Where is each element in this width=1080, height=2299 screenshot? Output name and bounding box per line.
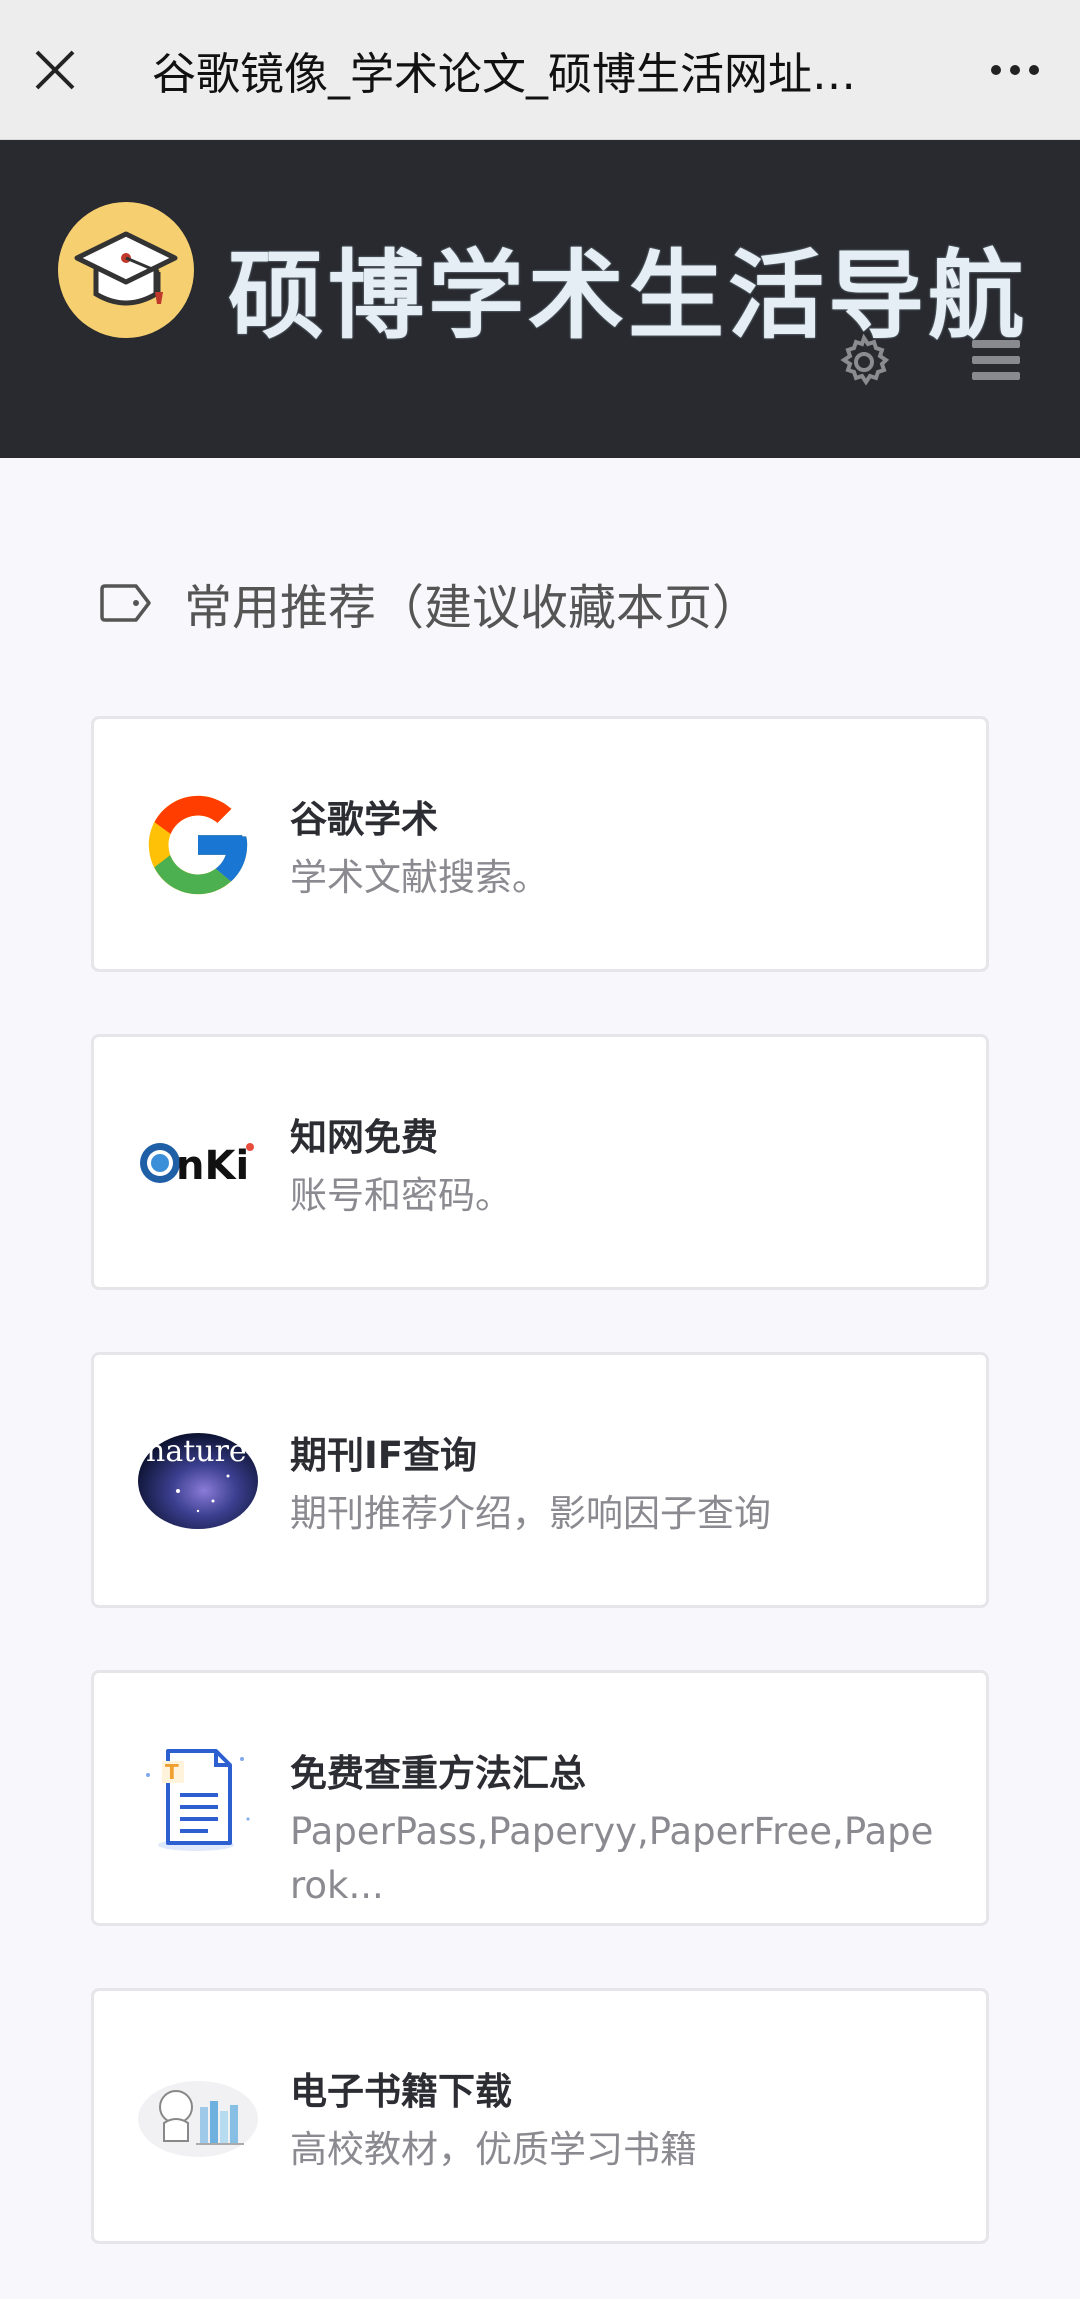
graduation-cap-logo[interactable] [58,202,194,338]
hamburger-icon [972,340,1020,348]
svg-text:nKi: nKi [176,1143,249,1189]
nature-icon: nature [138,1433,258,1529]
svg-text:T: T [165,1760,179,1784]
card-description: 期刊推荐介绍，影响因子查询 [290,1492,771,1535]
site-header: 硕博学术生活导航 [0,140,1080,458]
settings-button[interactable] [836,333,892,390]
section-heading: 常用推荐（建议收藏本页） [98,568,760,638]
more-icon [991,64,1001,75]
card-title: 电子书籍下载 [290,2070,512,2113]
menu-button[interactable] [972,340,1020,384]
card-title: 知网免费 [290,1116,438,1159]
close-button[interactable] [0,0,110,140]
nature-logo: nature [138,1421,258,1541]
books-icon [138,2081,258,2157]
document-icon: T [146,1749,250,1851]
card-ebook-download[interactable]: 电子书籍下载 高校教材，优质学习书籍 [91,1988,989,2244]
site-brand[interactable]: 硕博学术生活导航 [228,218,1028,357]
page-title: 谷歌镜像_学术论文_硕博生活网址… [152,48,856,100]
card-description: 高校教材，优质学习书籍 [290,2128,697,2171]
card-journal-if[interactable]: nature 期刊IF查询 期刊推荐介绍，影响因子查询 [91,1352,989,1608]
card-description: PaperPass,Paperyy,PaperFree,Paperok... [290,1810,934,1907]
tag-icon [100,584,151,622]
books-logo [138,2057,258,2177]
browser-top-bar: 谷歌镜像_学术论文_硕博生活网址… [0,0,1080,140]
card-plagiarism-check[interactable]: T 免费查重方法汇总 PaperPass,Paperyy,PaperFree,P… [91,1670,989,1926]
document-logo: T [138,1739,258,1859]
google-logo [138,785,258,905]
graduation-cap-icon [74,231,178,306]
card-cnki[interactable]: nKi 知网免费 账号和密码。 [91,1034,989,1290]
card-google-scholar[interactable]: 谷歌学术 学术文献搜索。 [91,716,989,972]
card-title: 期刊IF查询 [290,1434,478,1477]
card-title: 免费查重方法汇总 [290,1752,586,1795]
svg-text:nature: nature [146,1434,247,1469]
cnki-logo: nKi [138,1103,258,1223]
section-title: 常用推荐（建议收藏本页） [184,580,761,636]
google-icon [148,795,248,895]
card-description: 账号和密码。 [290,1174,512,1217]
more-options-button[interactable] [950,0,1080,140]
card-title: 谷歌学术 [290,798,438,841]
cnki-icon: nKi [140,1143,254,1189]
card-description: 学术文献搜索。 [290,856,549,899]
gear-icon [840,333,890,386]
close-icon [35,50,75,89]
